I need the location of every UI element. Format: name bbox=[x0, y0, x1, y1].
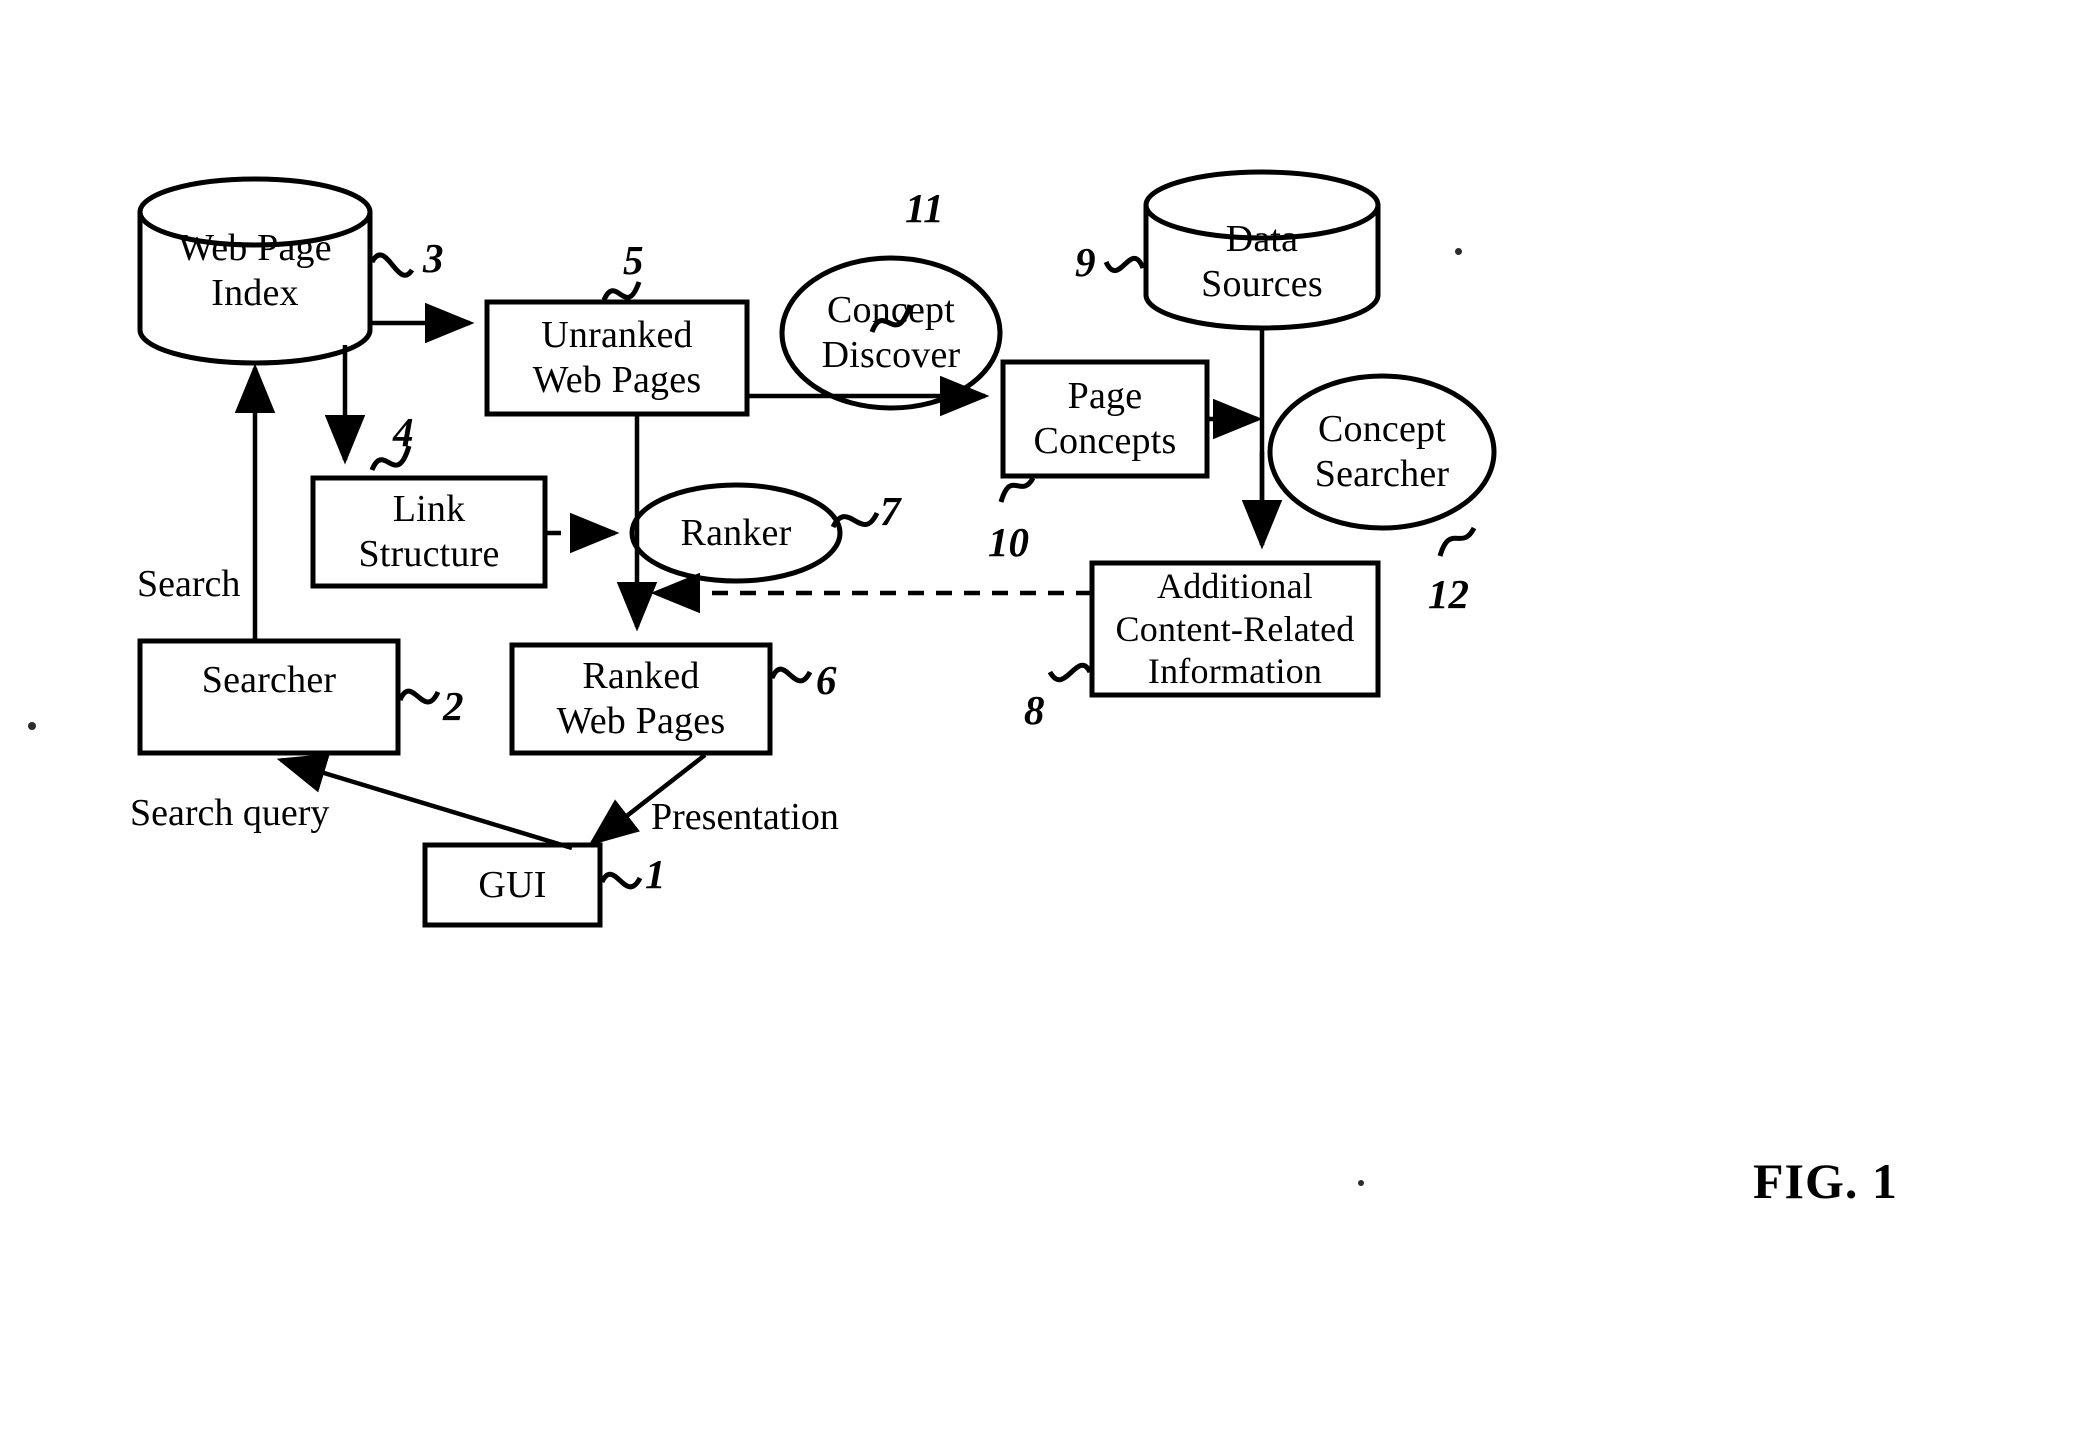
edge-label-search-query: Search query bbox=[130, 792, 330, 834]
figure-caption: FIG. 1 bbox=[1753, 1153, 1898, 1209]
unranked-web-pages-shape bbox=[484, 299, 750, 417]
reference-number-9: 9 bbox=[1075, 239, 1096, 285]
reference-number-10: 10 bbox=[988, 519, 1029, 565]
leader-10 bbox=[998, 476, 1036, 503]
reference-number-6: 6 bbox=[816, 657, 837, 703]
link-structure-shape bbox=[310, 475, 548, 589]
scan-speck bbox=[1358, 1180, 1364, 1186]
scan-speck bbox=[1455, 248, 1462, 255]
leader-8 bbox=[1047, 662, 1093, 683]
additional-info-shape bbox=[1089, 560, 1381, 698]
edge-label-search: Search bbox=[137, 563, 241, 605]
ranker-shape bbox=[629, 482, 843, 584]
reference-number-4: 4 bbox=[393, 409, 414, 455]
data-sources-shape bbox=[1143, 169, 1381, 331]
reference-number-2: 2 bbox=[443, 683, 464, 729]
concept-discover-shape bbox=[779, 255, 1003, 411]
reference-number-8: 8 bbox=[1024, 687, 1045, 733]
concept-searcher-shape bbox=[1267, 373, 1497, 531]
leader-1 bbox=[599, 871, 643, 890]
gui-shape bbox=[422, 842, 603, 928]
leader-12 bbox=[1437, 526, 1477, 557]
searcher-shape bbox=[137, 638, 401, 756]
leader-6 bbox=[769, 666, 813, 684]
patent-figure: Ranker (dashed) --> bbox=[0, 0, 2075, 1451]
reference-number-7: 7 bbox=[880, 488, 901, 534]
leader-11 bbox=[869, 304, 913, 333]
scan-speck bbox=[28, 722, 36, 730]
page-concepts-shape bbox=[1000, 359, 1210, 479]
reference-number-11: 11 bbox=[905, 185, 944, 231]
edge-label-presentation: Presentation bbox=[651, 796, 839, 838]
leader-2 bbox=[397, 688, 441, 705]
reference-number-5: 5 bbox=[623, 237, 644, 283]
reference-number-3: 3 bbox=[423, 235, 444, 281]
ranked-web-pages-shape bbox=[509, 642, 773, 756]
leader-3 bbox=[369, 252, 415, 278]
web-page-index-shape bbox=[137, 176, 373, 366]
leader-5 bbox=[601, 281, 642, 302]
leader-9 bbox=[1103, 255, 1146, 273]
reference-number-1: 1 bbox=[645, 851, 666, 897]
reference-number-12: 12 bbox=[1428, 571, 1469, 617]
reference-leaders bbox=[369, 252, 1477, 890]
